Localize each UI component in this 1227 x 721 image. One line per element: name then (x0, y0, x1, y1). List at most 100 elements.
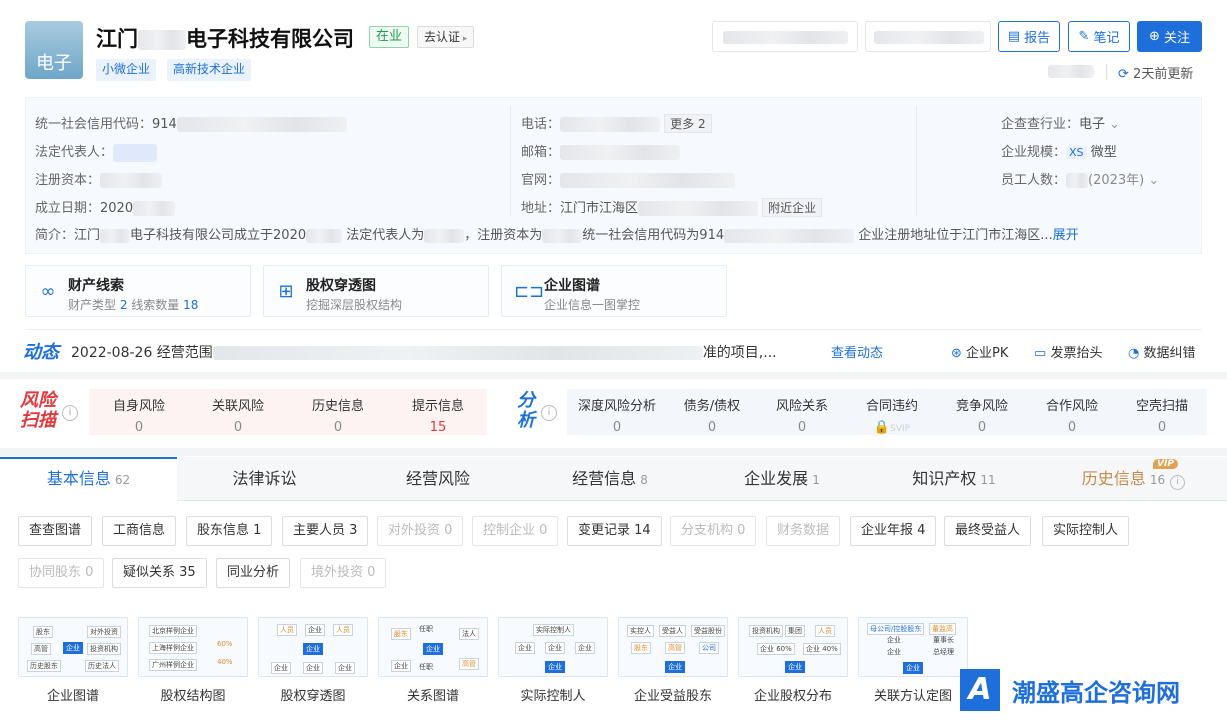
analysis-item-contract[interactable]: 合同违约 🔒SVIP (842, 395, 942, 435)
chip-changes[interactable]: 变更记录 14 (567, 516, 662, 546)
thumb-label[interactable]: 股权穿透图 (258, 685, 368, 704)
info-icon: i (1170, 475, 1186, 490)
tool-correction[interactable]: ◔ 数据纠错 (1128, 342, 1196, 361)
mini-node: 企业 (545, 642, 565, 654)
thumb-label[interactable]: 企业图谱 (18, 685, 128, 704)
thumb-label[interactable]: 企业受益股东 (618, 685, 728, 704)
analysis-item[interactable]: 风险关系 0 (752, 395, 852, 435)
chip-annual-report[interactable]: 企业年报 4 (850, 516, 937, 546)
notes-button[interactable]: ✎ 笔记 (1068, 21, 1130, 52)
risk-item-hint[interactable]: 提示信息 15 (388, 395, 488, 435)
info-icon[interactable]: i (541, 405, 557, 421)
company-tag[interactable]: 小微企业 (96, 59, 157, 81)
update-status[interactable]: ⟳ 2天前更新 (1118, 63, 1193, 82)
tool-compare[interactable]: ⊛ 企业PK (951, 342, 1008, 361)
quick-link-equity[interactable]: ⊞ 股权穿透图 挖掘深层股权结构 (263, 265, 489, 317)
expand-link[interactable]: 展开 (1053, 228, 1079, 243)
follow-button[interactable]: ⊕ 关注 (1137, 21, 1202, 52)
info-icon[interactable]: i (62, 405, 78, 421)
mini-node: 法人 (459, 628, 479, 640)
watermark-text: 潮盛高企咨询网 (1012, 679, 1180, 707)
masked-contact-box[interactable] (865, 21, 991, 52)
chip-key-people[interactable]: 主要人员 3 (282, 516, 369, 546)
thumb-relationship[interactable]: 股东 任职 法人 企业 高管 任职 企业 (378, 617, 488, 677)
tab-ip[interactable]: 知识产权 11 (868, 458, 1040, 500)
analysis-item-label: 债务/债权 (683, 399, 741, 414)
chip-shareholders[interactable]: 股东信息 1 (186, 516, 273, 546)
notes-label: 笔记 (1093, 31, 1120, 46)
quick-link-property[interactable]: ∞ 财产线索 财产类型 2 线索数量 18 (25, 265, 251, 317)
analysis-item[interactable]: 竞争风险 0 (932, 395, 1032, 435)
masked-contact-box[interactable] (712, 21, 858, 52)
tab-business-info[interactable]: 经营信息 8 (524, 458, 696, 500)
thumb-equity-penetration[interactable]: 人员 企业 人员 企业 企业 企业 企业 (258, 617, 368, 677)
chip-controller[interactable]: 实际控制人 (1042, 516, 1130, 546)
risk-item-related[interactable]: 关联风险 0 (188, 395, 288, 435)
dynamic-label: 动态 (23, 342, 59, 363)
view-dynamic-link[interactable]: 查看动态 (831, 342, 883, 361)
thumb-controller[interactable]: 实际控制人 企业 企业 企业 企业 (498, 617, 608, 677)
report-button[interactable]: ▤ 报告 (998, 21, 1060, 52)
mini-node: 历史股东 (27, 660, 61, 672)
chip-beneficiary[interactable]: 最终受益人 (944, 516, 1032, 546)
masked-text[interactable] (560, 173, 736, 188)
mini-node: 企业 (303, 643, 323, 655)
thumb-enterprise-graph[interactable]: 股东 对外投资 高管 企业 投资机构 历史股东 历史法人 (18, 617, 128, 677)
risk-item-self[interactable]: 自身风险 0 (89, 395, 189, 435)
staff-row[interactable]: 员工人数： (2023年) ⌄ (1001, 169, 1159, 188)
phone-more-button[interactable]: 更多 2 (664, 114, 712, 133)
tab-count: 62 (114, 473, 131, 487)
tab-label: 历史信息 (1081, 469, 1146, 488)
company-tag[interactable]: 高新技术企业 (167, 59, 252, 81)
quick-link-graph[interactable]: ⊏⊐ 企业图谱 企业信息一图掌控 (501, 265, 727, 317)
analysis-item[interactable]: 合作风险 0 (1022, 395, 1122, 435)
tab-business-risk[interactable]: 经营风险 (352, 458, 524, 500)
legal-rep-label: 法定代表人： (35, 145, 114, 160)
tab-legal[interactable]: 法律诉讼 (177, 458, 352, 500)
analysis-item[interactable]: 债务/债权 0 (662, 395, 762, 435)
dynamic-text[interactable]: 2022-08-26 经营范围 准的项目,... (71, 342, 777, 362)
tab-basic-info[interactable]: 基本信息 62 (0, 457, 177, 501)
thumb-label[interactable]: 企业股权分布 (738, 685, 848, 704)
thumb-beneficiary[interactable]: 实控人 受益人 受益股份 股东 高管 公司 企业 (618, 617, 728, 677)
risk-item-value: 0 (233, 420, 243, 435)
mini-node: 企业 (305, 624, 325, 636)
company-header-card: 电子 江门 电子科技有限公司 在业 去认证 ▸ 小微企业 高新技术企业 ▤ 报告 ✎… (0, 0, 1227, 372)
chip-peer-analysis[interactable]: 同业分析 (216, 558, 291, 588)
quick-link-sub: 财产类型 2 线索数量 18 (68, 296, 198, 313)
nearby-button[interactable]: 附近企业 (762, 198, 823, 217)
tab-history[interactable]: 历史信息 16 i (1040, 458, 1227, 500)
scale-label: 企业规模： (1001, 145, 1067, 160)
industry-label: 企查查行业： (1001, 117, 1080, 132)
thumb-label[interactable]: 关系图谱 (378, 685, 488, 704)
thumb-equity-distribution[interactable]: 投资机构 集团 人员 企业 60% 企业 40% 企业 (738, 617, 848, 677)
masked-text[interactable] (113, 143, 158, 162)
thumb-equity-structure[interactable]: 北京样例企业 上海样例企业 广州样例企业 60% 40% (138, 617, 248, 677)
industry-row[interactable]: 企查查行业：电子 ⌄ (1001, 113, 1120, 132)
certify-link[interactable]: 去认证 ▸ (417, 26, 475, 48)
analysis-item[interactable]: 空壳扫描 0 (1112, 395, 1212, 435)
mini-node: 人员 (333, 624, 353, 636)
tab-development[interactable]: 企业发展 1 (696, 458, 868, 500)
thumb-label[interactable]: 关联方认定图 (858, 685, 968, 704)
mini-node: 企业 (335, 662, 355, 674)
mini-node: 历史法人 (85, 660, 119, 672)
risk-item-history[interactable]: 历史信息 0 (288, 395, 388, 435)
address-value[interactable]: 江门市江海区 (560, 201, 638, 216)
tool-invoice[interactable]: ▭ 发票抬头 (1034, 342, 1102, 361)
chip-graph[interactable]: 查查图谱 (18, 516, 93, 546)
thumb-label[interactable]: 股权结构图 (138, 685, 248, 704)
credit-code-value: 914 (152, 117, 177, 132)
chip-investment: 对外投资 0 (377, 516, 464, 546)
update-label: 2天前更新 (1133, 67, 1194, 82)
analysis-item[interactable]: 深度风险分析 0 (567, 395, 667, 435)
thumb-related-party[interactable]: 母公司/控股股东 董监高 企业 董事长 企业 总经理 企业 (858, 617, 968, 677)
masked-text (723, 31, 848, 44)
quick-link-title: 股权穿透图 (306, 278, 376, 294)
chip-suspected[interactable]: 疑似关系 35 (112, 558, 207, 588)
chip-business[interactable]: 工商信息 (102, 516, 177, 546)
thumb-label[interactable]: 实际控制人 (498, 685, 608, 704)
masked-text (1048, 65, 1094, 78)
chip-financial: 财务数据 (766, 516, 841, 546)
email-row: 邮箱： (521, 141, 681, 160)
